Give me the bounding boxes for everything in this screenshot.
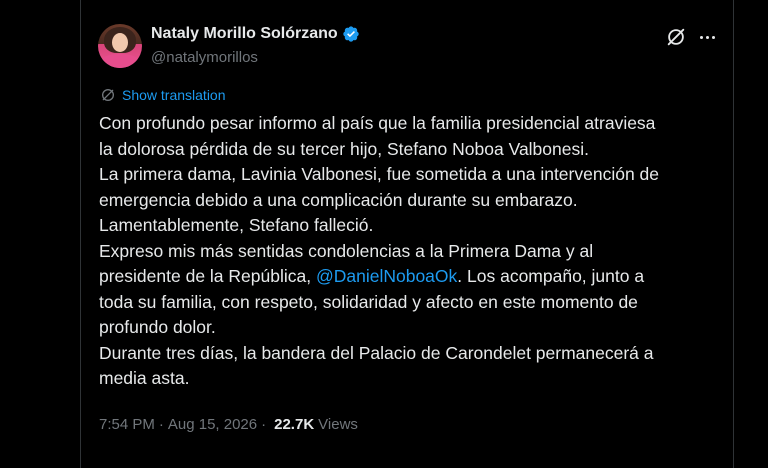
tweet-line: Lamentablemente, Stefano falleció. <box>99 215 374 235</box>
tweet-date[interactable]: Aug 15, 2026 <box>168 416 257 433</box>
show-translation-row[interactable]: Show translation <box>100 87 226 103</box>
tweet-meta: 7:54 PM · Aug 15, 2026 · 22.7K Views <box>99 416 358 433</box>
mention-link[interactable]: @DanielNoboaOk <box>316 266 457 286</box>
tweet-line-part: . Los acompaño, junto a <box>457 266 645 286</box>
tweet-line: la dolorosa pérdida de su tercer hijo, S… <box>99 138 589 159</box>
tweet-line: toda su familia, con respeto, solidarida… <box>99 291 638 312</box>
grok-icon[interactable] <box>665 26 687 48</box>
tweet-line: profundo dolor. <box>99 317 216 337</box>
more-dot <box>705 35 709 39</box>
tweet-line: media asta. <box>99 368 190 388</box>
translate-icon <box>102 89 114 101</box>
author-handle[interactable]: @natalymorillos <box>151 49 258 66</box>
more-dot <box>699 35 703 39</box>
tweet-line-part: presidente de la República, <box>99 266 312 286</box>
more-icon[interactable] <box>696 26 718 48</box>
more-dot <box>711 35 715 39</box>
tweet-line: La primera dama, Lavinia Valbonesi, fue … <box>99 164 660 184</box>
tweet-line-with-mention: presidente de la República, @DanielNoboa… <box>99 264 719 290</box>
tweet-line: Durante tres días, la bandera del Palaci… <box>99 342 654 363</box>
meta-separator: · <box>261 416 267 433</box>
tweet-time[interactable]: 7:54 PM <box>99 416 155 433</box>
author-display-name[interactable]: Nataly Morillo Solórzano <box>151 25 338 43</box>
views-label: Views <box>318 416 358 433</box>
tweet-line: Expreso mis más sentidas condolencias a … <box>99 240 594 261</box>
views-count: 22.7K <box>274 416 315 433</box>
tweet-text: Con profundo pesar informo al país que l… <box>99 111 719 392</box>
avatar-face <box>112 33 128 52</box>
show-translation-link[interactable]: Show translation <box>122 87 226 103</box>
verified-badge-icon <box>343 26 359 42</box>
author-name-row: Nataly Morillo Solórzano <box>151 25 360 43</box>
tweet-line: emergencia debido a una complicación dur… <box>99 189 578 210</box>
meta-separator: · <box>158 416 164 433</box>
avatar[interactable] <box>98 24 142 68</box>
tweet-line: Con profundo pesar informo al país que l… <box>99 113 656 133</box>
avatar-shirt <box>100 54 140 68</box>
